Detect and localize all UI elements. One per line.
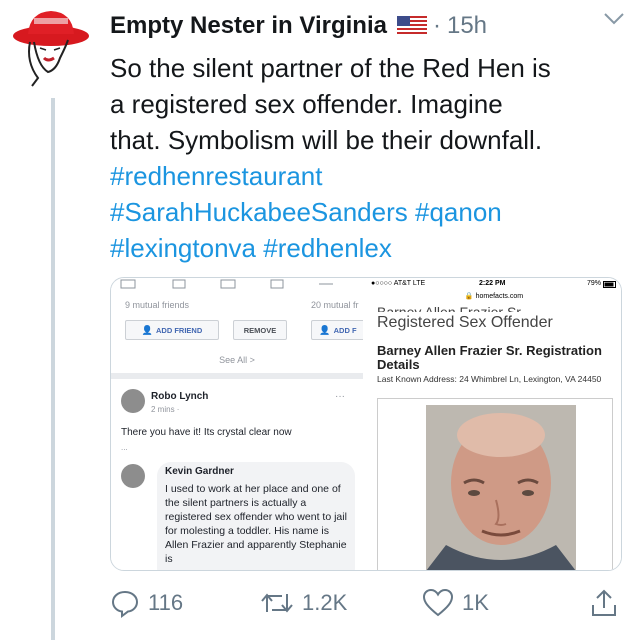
mugshot-face [426, 405, 576, 570]
share-icon [592, 589, 616, 616]
homefacts-screenshot: ●○○○○ AT&T LTE 2:22 PM 79% 🔒 homefacts.c… [367, 278, 621, 570]
hashtag-row: #SarahHuckabeeSanders #qanon [110, 194, 630, 230]
battery-percent: 79% [586, 280, 601, 287]
address-text: Last Known Address: 24 Whimbrel Ln, Lexi… [377, 374, 602, 384]
mutual-friends-count: 9 mutual friends [125, 300, 190, 310]
hashtag-row: #redhenrestaurant [110, 158, 630, 194]
add-friend-button[interactable]: 👤 ADD F [311, 320, 363, 340]
details-heading: Barney Allen Frazier Sr. Registration De… [377, 343, 602, 372]
url-bar[interactable]: 🔒 homefacts.com [367, 292, 621, 300]
hashtag-row: #lexingtonva #redhenlex [110, 230, 630, 266]
timestamp[interactable]: 15h [447, 12, 487, 40]
chevron-down-icon[interactable] [602, 10, 626, 26]
like-button[interactable]: 1K [422, 588, 489, 618]
cut-heading: Barney Allen Frazier Sr. [377, 304, 525, 312]
fb-nav-icons [120, 279, 333, 289]
lock-icon: 🔒 [464, 293, 474, 300]
like-count: 1K [462, 590, 489, 615]
status-time: 2:22 PM [479, 280, 506, 287]
friend-suggestions: 9 mutual friends 20 mutual fr 👤 ADD FRIE… [111, 278, 363, 373]
tweet-actions: 116 1.2K 1K [110, 588, 630, 628]
retweet-icon [261, 593, 293, 613]
facebook-post: Robo Lynch 2 mins · ··· There you have i… [111, 379, 363, 570]
author-name[interactable]: Empty Nester in Virginia [110, 12, 387, 40]
tweet-line: a registered sex offender. Imagine [110, 89, 503, 119]
hashtag-link[interactable]: #redhenrestaurant [110, 161, 322, 191]
post-menu-button[interactable]: ··· [335, 391, 345, 402]
woman-red-hat-avatar-icon [13, 11, 89, 87]
reply-count: 116 [148, 590, 184, 615]
thread-line [51, 98, 55, 640]
comment-bubble: Kevin Gardner I used to work at her plac… [157, 462, 355, 570]
poster-avatar[interactable] [121, 389, 145, 413]
retweet-count: 1.2K [302, 590, 348, 615]
hashtag-link[interactable]: #SarahHuckabeeSanders [110, 197, 408, 227]
us-flag-icon [396, 16, 427, 36]
hashtag-link[interactable]: #redhenlex [263, 233, 392, 263]
share-button[interactable] [590, 588, 626, 618]
retweet-button[interactable]: 1.2K [260, 588, 347, 618]
tweet-header: Empty Nester in Virginia · 15h [110, 8, 628, 44]
mugshot-photo [426, 405, 576, 570]
battery-icon [603, 281, 616, 288]
post-text: There you have it! Its crystal clear now [121, 427, 292, 438]
ellipsis: ... [121, 443, 128, 452]
tweet-line: that. Symbolism will be their downfall. [110, 125, 543, 155]
remove-button[interactable]: REMOVE [233, 320, 287, 340]
media-attachment[interactable]: 9 mutual friends 20 mutual fr 👤 ADD FRIE… [110, 277, 622, 571]
add-person-icon: 👤 [141, 324, 153, 335]
tweet-text: So the silent partner of the Red Hen is … [110, 50, 630, 266]
comment-text: I used to work at her place and one of t… [165, 483, 347, 565]
add-person-icon: 👤 [319, 324, 331, 335]
reply-icon [111, 590, 139, 618]
facebook-screenshot: 9 mutual friends 20 mutual fr 👤 ADD FRIE… [111, 278, 363, 570]
avatar[interactable] [8, 6, 94, 92]
page-title: Registered Sex Offender [377, 314, 553, 331]
see-all-link[interactable]: See All > [111, 355, 363, 365]
mutual-friends-count: 20 mutual fr [311, 300, 359, 310]
hashtag-link[interactable]: #lexingtonva [110, 233, 256, 263]
heart-icon [422, 588, 454, 617]
add-friend-button[interactable]: 👤 ADD FRIEND [125, 320, 219, 340]
poster-name[interactable]: Robo Lynch [151, 391, 208, 402]
carrier-label: ●○○○○ AT&T LTE [371, 280, 426, 287]
commenter-name[interactable]: Kevin Gardner [165, 466, 234, 477]
commenter-avatar[interactable] [121, 464, 145, 488]
hashtag-link[interactable]: #qanon [415, 197, 502, 227]
photo-frame [377, 398, 613, 570]
separator: · [432, 12, 441, 39]
post-meta: 2 mins · [151, 405, 180, 414]
tweet-line: So the silent partner of the Red Hen is [110, 53, 551, 83]
reply-button[interactable]: 116 [110, 588, 183, 618]
